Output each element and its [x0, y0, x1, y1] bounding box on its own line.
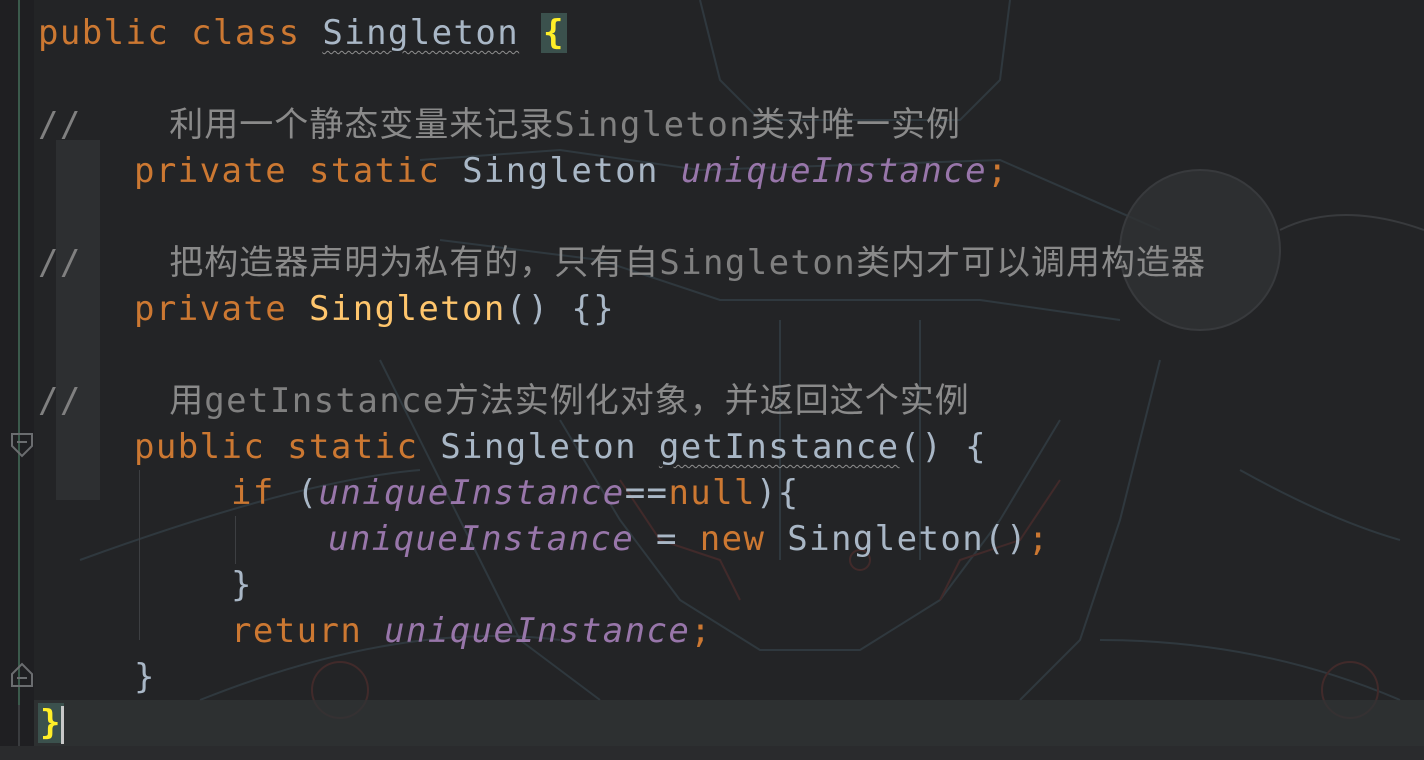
code-line-comment[interactable]: // 把构造器声明为私有的，只有自Singleton类内才可以调用构造器: [38, 240, 1206, 286]
field-name: uniqueInstance: [680, 151, 987, 191]
field-ref: uniqueInstance: [318, 473, 625, 513]
semicolon: ;: [690, 611, 713, 651]
paren-open: (: [296, 473, 319, 513]
comment-text: 方法实例化对象，并返回这个实例: [444, 381, 970, 421]
fold-collapse-icon[interactable]: [10, 432, 34, 460]
comment-text: 把构造器声明为私有的，只有自: [169, 243, 660, 283]
comment-text: 类内才可以调用构造器: [856, 243, 1207, 283]
constructor-call: Singleton(): [787, 519, 1028, 559]
comment-text: 类对唯一实例: [751, 105, 962, 145]
comment-marker: //: [38, 243, 82, 283]
brace-close: }: [134, 657, 156, 697]
code-line-return[interactable]: return uniqueInstance;: [231, 608, 712, 654]
fold-end-icon[interactable]: [10, 660, 34, 688]
operator-equals: ==: [624, 473, 669, 513]
editor-gutter: [0, 0, 34, 760]
semicolon: ;: [1027, 519, 1050, 559]
comment-text: Singleton: [554, 105, 752, 145]
keyword-new: new: [699, 519, 766, 559]
return-type: Singleton: [440, 427, 638, 467]
type-name: Singleton: [462, 151, 659, 191]
method-params: () {: [899, 427, 987, 467]
current-line-highlight: [34, 700, 1424, 746]
brace-close: }: [231, 565, 253, 605]
keyword-static: static: [287, 427, 419, 467]
semicolon: ;: [986, 151, 1009, 191]
text-caret: [61, 706, 64, 744]
constructor-name: Singleton: [308, 289, 506, 329]
keyword-if: if: [231, 473, 275, 513]
paren-close: ){: [755, 473, 800, 513]
code-line-method-close[interactable]: }: [134, 654, 156, 700]
code-line-if-close[interactable]: }: [231, 562, 253, 608]
method-name: getInstance: [658, 427, 900, 467]
code-line-class-decl[interactable]: public class Singleton {: [38, 10, 567, 56]
keyword-static: static: [308, 151, 441, 191]
keyword-return: return: [231, 611, 363, 651]
gutter-separator: [18, 705, 20, 750]
matched-brace-close: }: [38, 703, 64, 743]
code-line-comment[interactable]: // 利用一个静态变量来记录Singleton类对唯一实例: [38, 102, 961, 148]
indent-guide: [139, 470, 140, 640]
comment-text: 用: [169, 381, 205, 421]
keyword-private: private: [134, 289, 288, 329]
comment-text: Singleton: [659, 243, 857, 283]
constructor-body: () {}: [505, 289, 616, 329]
change-marker: [18, 0, 20, 705]
code-line-assign[interactable]: uniqueInstance = new Singleton();: [328, 516, 1050, 562]
comment-marker: //: [38, 381, 82, 421]
editor-bottom-edge: [0, 746, 1424, 760]
code-line-if[interactable]: if (uniqueInstance==null){: [231, 470, 800, 516]
code-line-comment[interactable]: // 用getInstance方法实例化对象，并返回这个实例: [38, 378, 970, 424]
comment-text: 利用一个静态变量来记录: [169, 105, 555, 145]
code-editor[interactable]: public class Singleton { // 利用一个静态变量来记录S…: [0, 0, 1424, 760]
field-ref: uniqueInstance: [328, 519, 635, 559]
comment-text: getInstance: [204, 381, 445, 421]
keyword-private: private: [134, 151, 288, 191]
keyword-public: public: [38, 13, 170, 53]
code-line-class-close[interactable]: }: [38, 700, 64, 746]
code-line-field-decl[interactable]: private static Singleton uniqueInstance;: [134, 148, 1009, 194]
keyword-null: null: [668, 473, 756, 513]
field-ref: uniqueInstance: [384, 611, 691, 651]
matched-brace-open: {: [541, 13, 567, 53]
code-line-method-decl[interactable]: public static Singleton getInstance() {: [134, 424, 987, 470]
keyword-class: class: [191, 13, 301, 53]
keyword-public: public: [134, 427, 266, 467]
code-line-constructor[interactable]: private Singleton() {}: [134, 286, 615, 332]
class-name: Singleton: [322, 13, 520, 53]
comment-marker: //: [38, 105, 82, 145]
operator-assign: =: [634, 519, 700, 559]
indent-guide: [235, 516, 236, 564]
